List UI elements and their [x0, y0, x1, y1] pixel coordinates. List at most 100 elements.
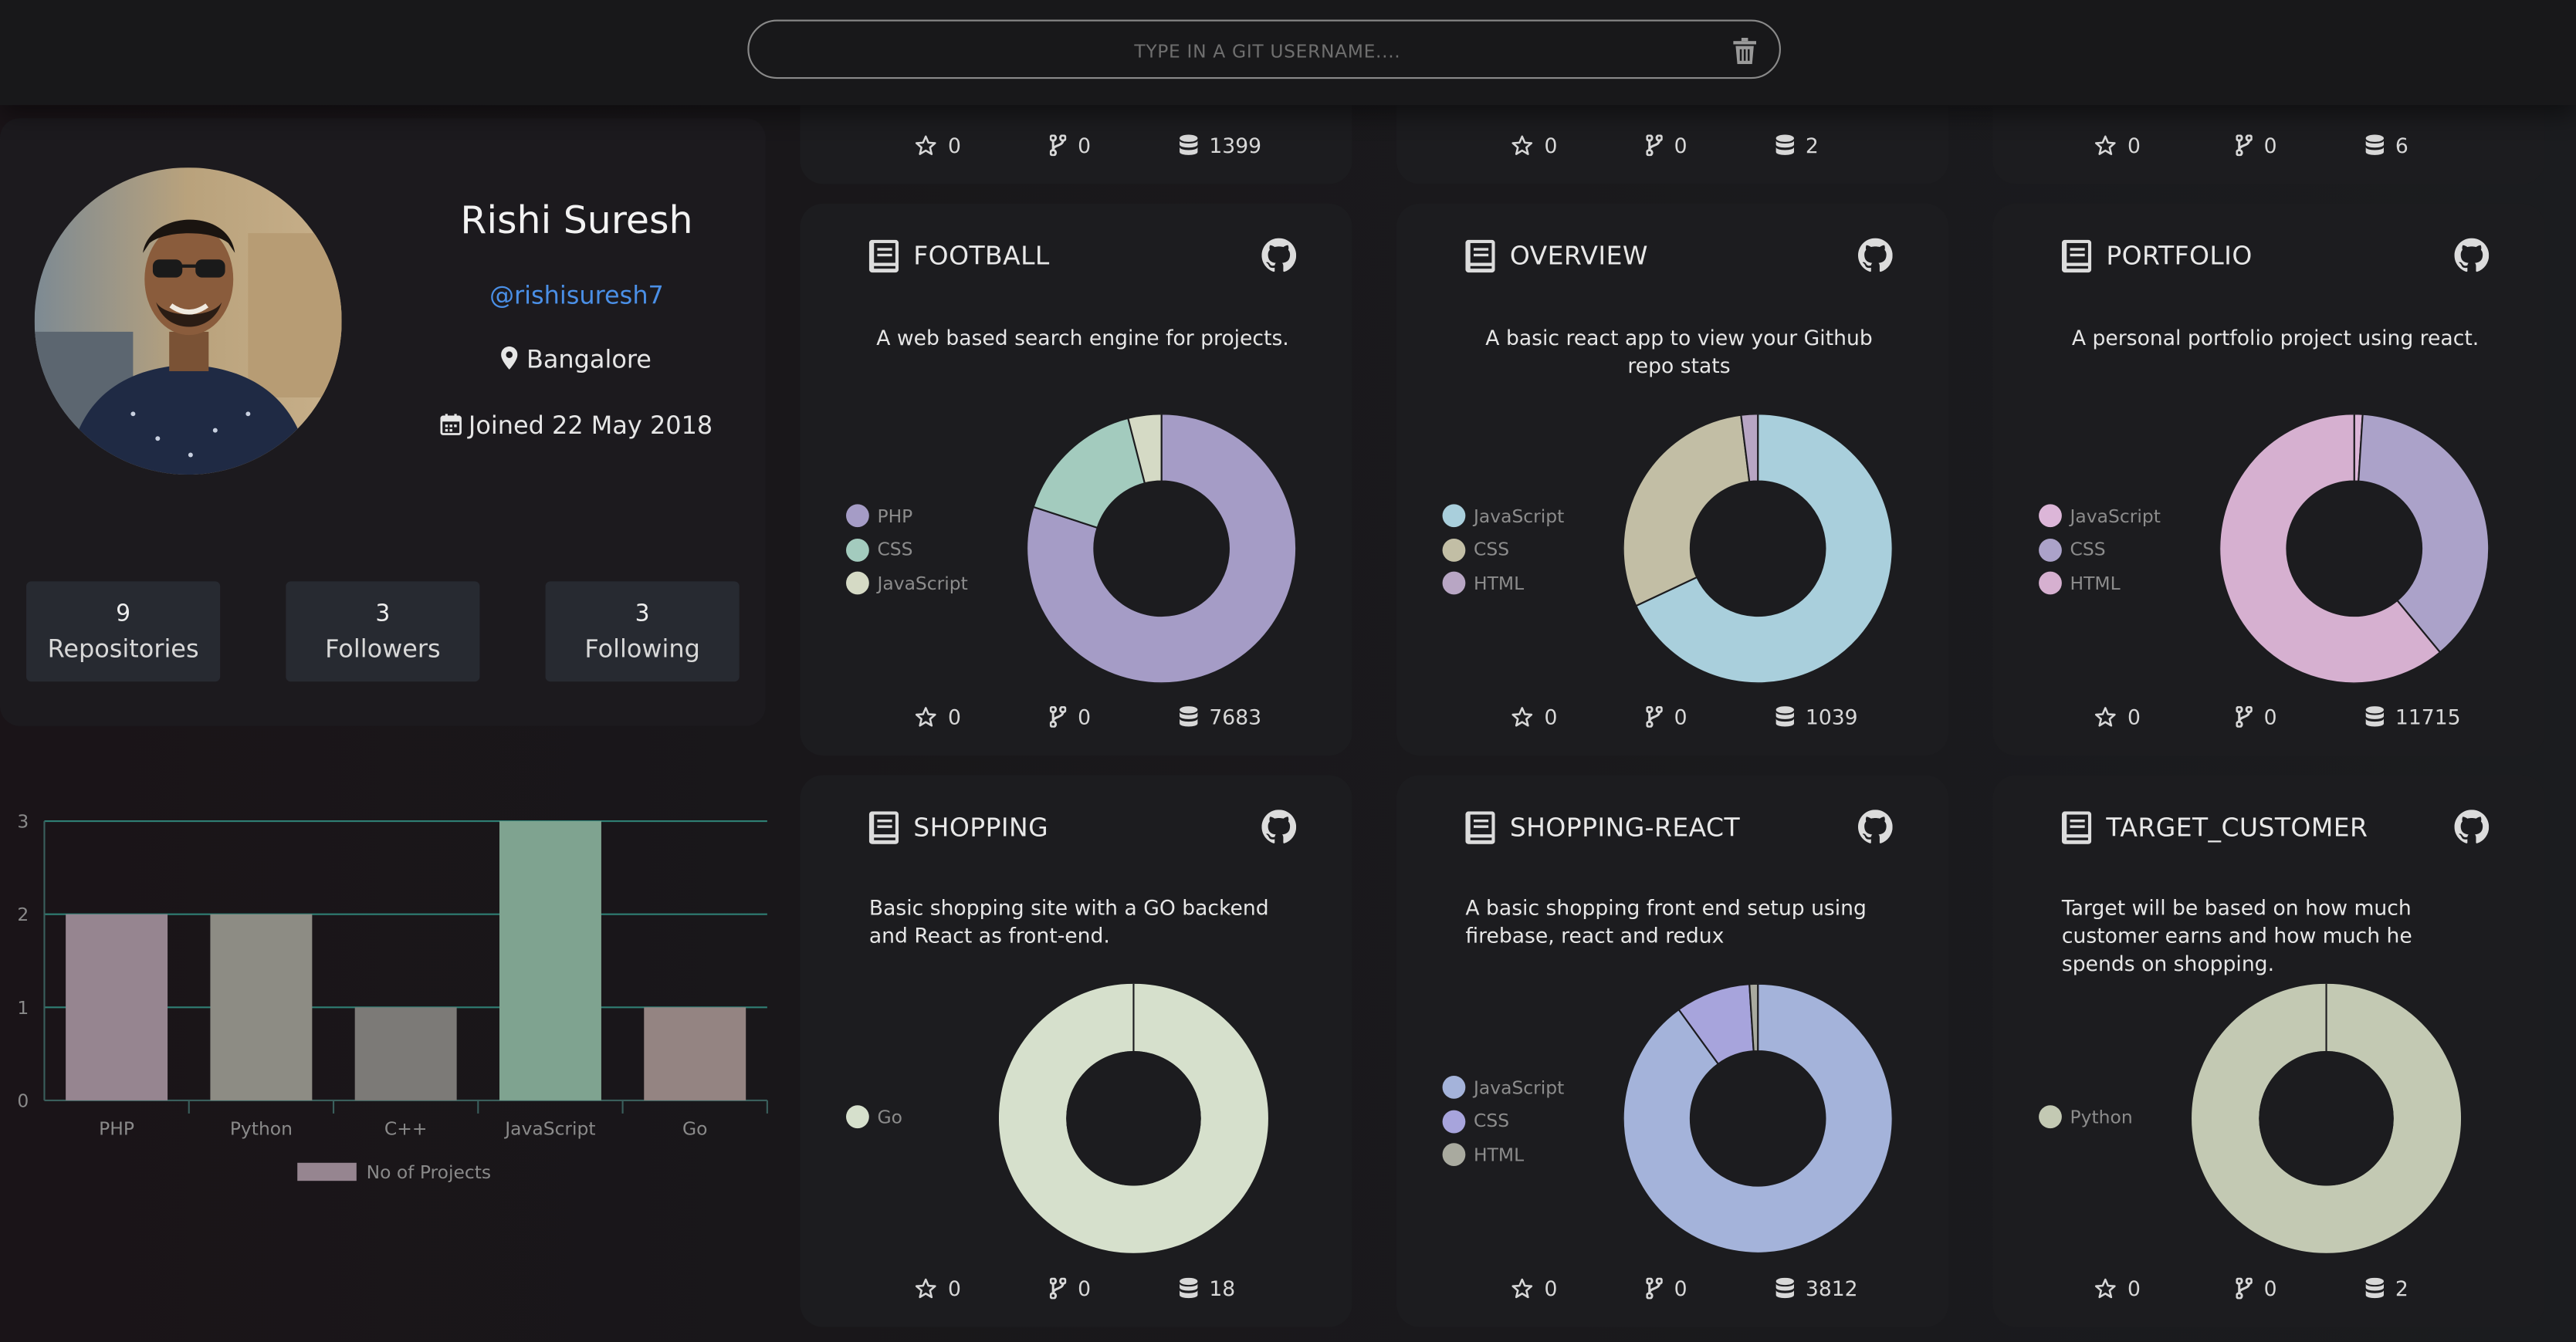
repo-stars: 0: [1511, 133, 1557, 157]
repo-size: 7683: [1180, 705, 1261, 729]
legend-dot: [1442, 1110, 1466, 1133]
repo-stars-count: 0: [1544, 704, 1558, 729]
repo-stars: 0: [915, 705, 961, 729]
donut-hole: [1690, 481, 1826, 617]
repo-forks: 0: [1646, 133, 1687, 157]
legend-item[interactable]: JavaScript: [2039, 499, 2161, 533]
repo-description: A basic shopping front end setup using f…: [1465, 894, 1867, 948]
stat-label: Followers: [325, 634, 441, 664]
repo-stats: 0 0 3812: [1396, 1276, 1948, 1303]
legend-dot: [846, 504, 869, 528]
repo-card-partial[interactable]: 0 0 1399: [800, 101, 1352, 184]
github-icon[interactable]: [2454, 238, 2490, 273]
repo-header: FOOTBALL: [868, 236, 1050, 275]
x-tick-label: JavaScript: [503, 1118, 595, 1140]
legend-item[interactable]: CSS: [1442, 1104, 1565, 1138]
legend-item[interactable]: Python: [2039, 1100, 2133, 1134]
location-text: Bangalore: [526, 344, 652, 375]
location-pin-icon: [502, 346, 519, 370]
fork-icon: [1049, 1277, 1067, 1300]
repo-forks-count: 0: [2263, 704, 2277, 729]
github-icon[interactable]: [1857, 238, 1893, 273]
legend-item[interactable]: JavaScript: [1442, 1071, 1565, 1105]
x-tick-label: Go: [682, 1118, 707, 1140]
bar-javascript[interactable]: [499, 821, 601, 1100]
repo-forks-count: 0: [1078, 1276, 1092, 1301]
repo-card-football[interactable]: FOOTBALL A web based search engine for pr…: [800, 203, 1352, 756]
x-tick-label: C++: [384, 1118, 428, 1140]
stat-repositories[interactable]: 9 Repositories: [26, 581, 221, 682]
legend-label: JavaScript: [1473, 1077, 1565, 1099]
calendar-icon: [440, 414, 462, 435]
legend-swatch[interactable]: [297, 1162, 357, 1181]
star-icon: [1511, 135, 1533, 155]
donut-hole: [2259, 1051, 2394, 1186]
legend-label: CSS: [1473, 1110, 1510, 1132]
repo-forks-count: 0: [1078, 704, 1092, 729]
y-tick-label: 0: [17, 1090, 29, 1111]
repo-card-target-customer[interactable]: TARGET_CUSTOMER Target will be based on h…: [1992, 775, 2545, 1327]
language-legend: JavaScript CSS HTML: [1442, 1071, 1565, 1172]
repo-stars: 0: [2094, 1276, 2141, 1301]
fork-icon: [1049, 134, 1067, 157]
github-icon[interactable]: [1261, 810, 1297, 844]
legend-item[interactable]: PHP: [846, 499, 968, 533]
repo-description: A web based search engine for projects.: [876, 325, 1289, 350]
repo-description: A personal portfolio project using react…: [2071, 325, 2480, 350]
legend-dot: [1442, 572, 1466, 595]
donut-hole: [1690, 1051, 1826, 1186]
repo-card-portfolio[interactable]: PORTFOLIO A personal portfolio project us…: [1992, 203, 2545, 756]
profile-handle-link[interactable]: @rishisuresh7: [377, 281, 775, 310]
bar-chart-svg: 0 1 2 3 PHP Python C++ JavaScript Go No of Projec…: [17, 811, 768, 1183]
legend-dot: [1442, 1143, 1466, 1167]
repo-forks: 0: [1049, 1276, 1092, 1301]
username-search-input[interactable]: [749, 21, 1786, 81]
repo-card-overview[interactable]: OVERVIEW A basic react app to view your G…: [1396, 203, 1949, 756]
legend-item[interactable]: JavaScript: [1442, 499, 1564, 533]
bar-python[interactable]: [210, 914, 313, 1100]
repo-size-value: 1399: [1209, 133, 1262, 158]
language-donut-chart: [998, 983, 1268, 1253]
fork-icon: [2236, 134, 2253, 157]
legend-item[interactable]: CSS: [846, 533, 968, 567]
bar-php[interactable]: [66, 914, 168, 1100]
repo-card-partial[interactable]: 0 0 6: [1992, 101, 2545, 184]
avatar-photo: [34, 167, 342, 475]
star-icon: [915, 135, 936, 155]
repo-stars: 0: [1511, 705, 1557, 729]
github-icon[interactable]: [1261, 238, 1297, 273]
repo-size: 18: [1180, 1276, 1235, 1301]
repo-stars-count: 0: [1544, 133, 1558, 158]
legend-item[interactable]: HTML: [1442, 1138, 1565, 1172]
repo-card-shopping[interactable]: SHOPPING Basic shopping site with a GO ba…: [800, 775, 1352, 1327]
repo-forks: 0: [2236, 704, 2277, 729]
stat-following[interactable]: 3 Following: [545, 581, 740, 682]
legend-item[interactable]: JavaScript: [846, 566, 968, 600]
database-icon: [1180, 134, 1198, 155]
github-icon[interactable]: [1857, 810, 1893, 844]
legend-item[interactable]: CSS: [1442, 533, 1565, 567]
legend-label: CSS: [2070, 539, 2106, 561]
repo-title: FOOTBALL: [913, 241, 1050, 272]
profile-joined: Joined 22 May 2018: [377, 411, 775, 440]
legend-item[interactable]: HTML: [1442, 566, 1565, 600]
github-icon[interactable]: [2454, 810, 2490, 844]
stat-followers[interactable]: 3 Followers: [286, 581, 480, 682]
legend-item[interactable]: Go: [846, 1100, 902, 1134]
repo-forks: 0: [2236, 133, 2277, 157]
repo-card-shopping-react[interactable]: SHOPPING-REACT A basic shopping front end…: [1396, 775, 1949, 1327]
legend-item[interactable]: HTML: [2039, 566, 2161, 600]
repo-stats: 0 0 7683: [800, 705, 1352, 731]
star-icon: [2094, 135, 2116, 155]
repo-title: SHOPPING-REACT: [1509, 813, 1741, 843]
trash-icon[interactable]: [1733, 37, 1757, 64]
repo-forks-count: 0: [1674, 1276, 1687, 1301]
legend-item[interactable]: CSS: [2039, 533, 2161, 567]
language-legend: PHP CSS JavaScript: [846, 499, 968, 600]
bar-go[interactable]: [644, 1007, 746, 1100]
languages-bar-chart: 0 1 2 3 PHP Python C++ JavaScript Go No of Projec…: [0, 772, 772, 1264]
stat-value: 3: [375, 600, 391, 627]
repo-card-partial[interactable]: 0 0 2: [1396, 101, 1949, 184]
repo-forks: 0: [1049, 133, 1091, 157]
bar-c[interactable]: [354, 1007, 457, 1100]
